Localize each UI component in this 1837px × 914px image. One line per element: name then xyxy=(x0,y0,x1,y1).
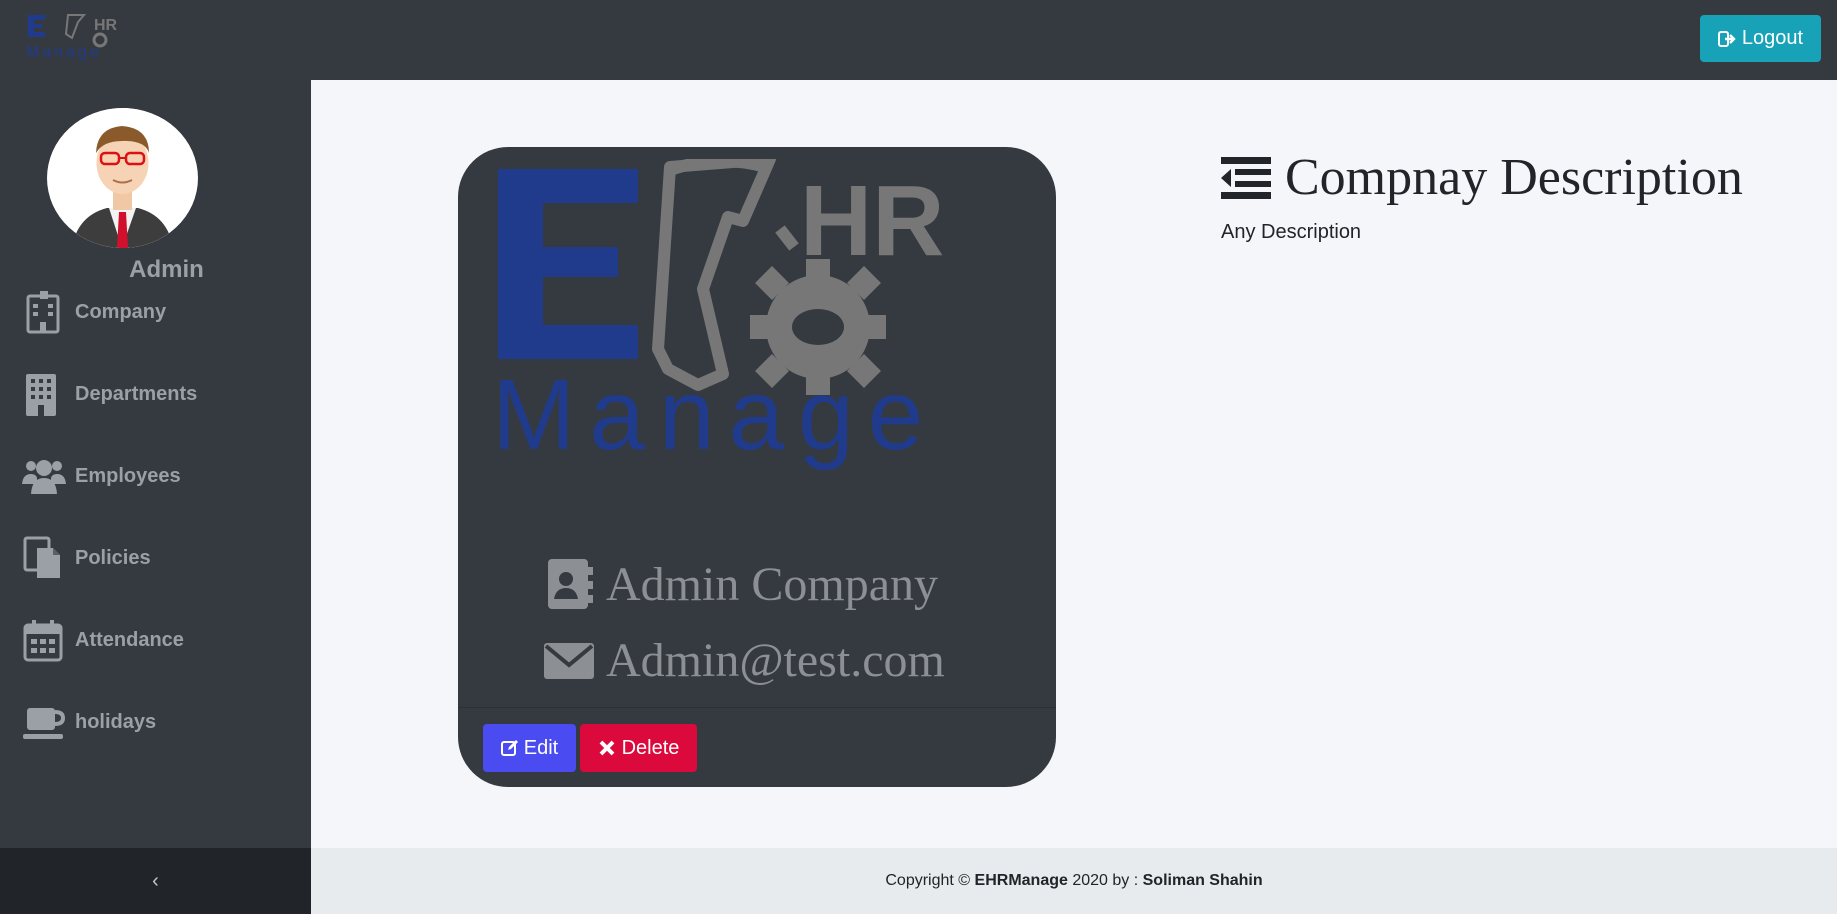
address-card-icon xyxy=(548,559,593,609)
delete-button[interactable]: Delete xyxy=(580,724,697,772)
main-content: HR Manage Admin Company Admin@test.com E… xyxy=(311,80,1837,848)
ehrmanage-logo: HR Manage xyxy=(498,159,944,471)
edit-button[interactable]: Edit xyxy=(483,724,576,772)
sidebar-item-employees[interactable]: Employees xyxy=(0,446,311,506)
company-email-text: Admin@test.com xyxy=(606,633,945,687)
sidebar-collapse-button[interactable]: ‹ xyxy=(0,848,311,914)
sidebar-item-company[interactable]: Company xyxy=(0,282,311,342)
sidebar-item-label: Departments xyxy=(75,382,198,405)
sidebar-item-label: Policies xyxy=(75,546,151,569)
envelope-icon xyxy=(544,643,594,679)
calendar-icon xyxy=(23,620,63,662)
coffee-icon xyxy=(23,708,66,739)
svg-text:Manage: Manage xyxy=(498,359,937,471)
delete-label: Delete xyxy=(621,736,680,759)
footer-author: Soliman Shahin xyxy=(1142,872,1263,889)
footer-prefix: Copyright © xyxy=(885,872,971,889)
svg-text:Manage: Manage xyxy=(26,44,102,61)
outdent-icon xyxy=(1221,156,1271,199)
description-title-text: Compnay Description xyxy=(1285,149,1743,206)
sidebar-item-label: Attendance xyxy=(75,628,184,651)
sidebar-item-policies[interactable]: Policies xyxy=(0,528,311,588)
company-name: Admin Company xyxy=(544,555,938,613)
office-building-icon xyxy=(26,374,56,416)
edit-label: Edit xyxy=(523,736,559,759)
logout-label: Logout xyxy=(1741,27,1803,49)
description-title: Compnay Description xyxy=(1221,148,1743,207)
chevron-left-icon: ‹ xyxy=(152,869,159,892)
company-card: HR Manage Admin Company Admin@test.com E… xyxy=(458,147,1056,787)
building-icon xyxy=(26,291,60,334)
sidebar-item-label: holidays xyxy=(75,710,157,733)
footer-brand: EHRManage xyxy=(974,872,1068,889)
card-divider xyxy=(458,707,1056,708)
sidebar-item-holidays[interactable]: holidays xyxy=(0,692,311,752)
description-text: Any Description xyxy=(1221,221,1362,243)
svg-text:HR: HR xyxy=(94,17,118,34)
sidebar-item-departments[interactable]: Departments xyxy=(0,364,311,424)
company-name-text: Admin Company xyxy=(606,557,938,611)
company-email: Admin@test.com xyxy=(544,631,945,689)
ehrmanage-logo[interactable]: HR Manage xyxy=(26,12,138,62)
top-navbar: HR Manage Logout xyxy=(0,0,1837,80)
admin-name: Admin xyxy=(129,256,204,283)
page-footer: Copyright © EHRManage 2020 by : Soliman … xyxy=(311,848,1837,914)
sidebar: Admin Company Departments Employees Poli… xyxy=(0,80,311,848)
sidebar-item-attendance[interactable]: Attendance xyxy=(0,610,311,670)
avatar xyxy=(47,108,198,248)
sidebar-item-label: Company xyxy=(75,300,167,323)
files-icon xyxy=(23,536,60,578)
sign-out-icon xyxy=(1717,30,1736,47)
logout-button[interactable]: Logout xyxy=(1699,15,1821,62)
close-icon xyxy=(599,740,615,756)
sidebar-item-label: Employees xyxy=(75,464,181,487)
edit-icon xyxy=(500,740,518,756)
footer-middle: 2020 by : xyxy=(1072,872,1139,889)
users-icon xyxy=(22,460,66,494)
